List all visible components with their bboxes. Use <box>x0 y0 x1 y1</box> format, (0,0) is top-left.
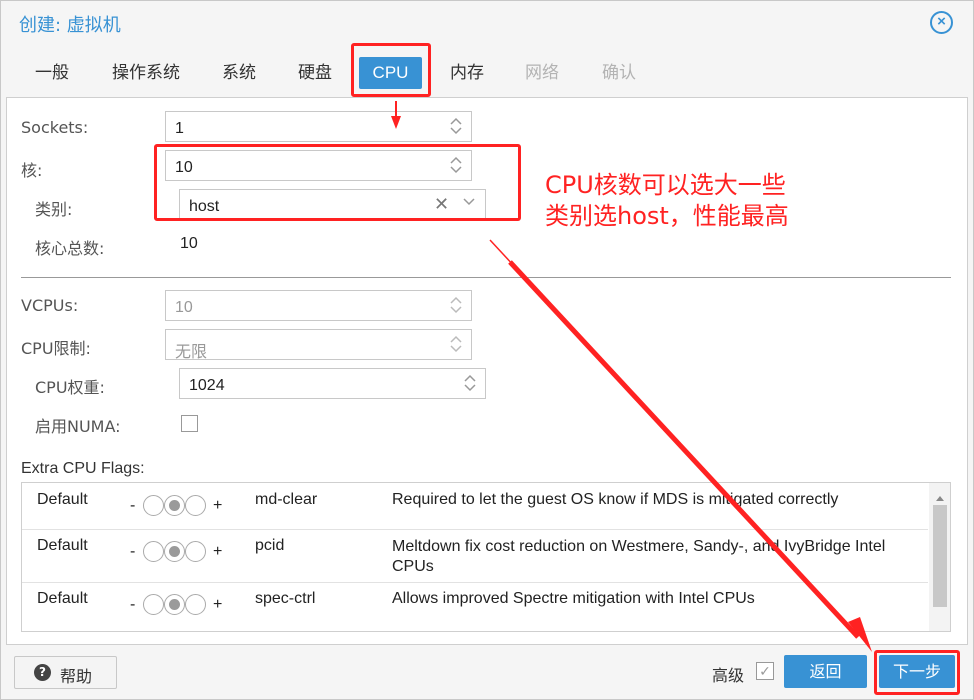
section-divider <box>21 277 951 278</box>
cores-value: 10 <box>175 159 193 176</box>
cpu-type-combobox[interactable]: host ✕ <box>179 189 486 220</box>
cores-label: 核: <box>21 161 43 180</box>
tab-bar: 一般 操作系统 系统 硬盘 CPU 内存 网络 确认 <box>1 45 973 97</box>
extra-flags-label: Extra CPU Flags: <box>21 460 145 477</box>
numa-checkbox[interactable] <box>181 415 198 432</box>
spinner-arrows-icon[interactable] <box>449 154 463 176</box>
total-cores-label: 核心总数: <box>35 239 105 258</box>
sockets-label: Sockets: <box>21 118 89 137</box>
tab-os[interactable]: 操作系统 <box>107 57 185 89</box>
radio-off[interactable] <box>143 541 164 562</box>
tab-general[interactable]: 一般 <box>30 57 74 89</box>
flag-name: pcid <box>255 537 285 554</box>
flag-plus: + <box>213 543 223 560</box>
numa-label: 启用NUMA: <box>35 417 121 436</box>
radio-on[interactable] <box>185 541 206 562</box>
radio-default[interactable] <box>164 495 185 516</box>
title-bar: 创建: 虚拟机 × <box>1 1 973 45</box>
cpu-weight-spinner[interactable]: 1024 <box>179 368 486 399</box>
cpu-limit-spinner: 无限 <box>165 329 472 361</box>
flag-name: md-clear <box>255 491 318 508</box>
radio-default[interactable] <box>164 594 185 615</box>
radio-default[interactable] <box>164 541 185 562</box>
cpu-limit-label: CPU限制: <box>21 339 91 358</box>
spinner-arrows-icon[interactable] <box>449 115 463 137</box>
next-button[interactable]: 下一步 <box>879 655 955 688</box>
tab-system[interactable]: 系统 <box>217 57 261 89</box>
cpu-weight-value: 1024 <box>189 377 225 394</box>
cpu-limit-value: 无限 <box>175 344 208 361</box>
cpu-panel: Sockets: 1 核: 10 类别: host ✕ 核心总数: 10 VCP… <box>6 97 968 645</box>
clear-icon[interactable]: ✕ <box>434 194 449 215</box>
flag-state: Default <box>37 537 88 554</box>
tab-confirm: 确认 <box>602 63 636 83</box>
tab-disk[interactable]: 硬盘 <box>293 57 337 89</box>
flag-plus: + <box>213 497 223 514</box>
close-icon[interactable]: × <box>930 11 953 34</box>
tab-cpu[interactable]: CPU <box>359 57 422 89</box>
table-row: Default - + spec-ctrl Allows improved Sp… <box>22 583 928 631</box>
flag-state: Default <box>37 590 88 607</box>
radio-off[interactable] <box>143 594 164 615</box>
flag-state: Default <box>37 491 88 508</box>
grid-scrollbar[interactable] <box>929 483 950 631</box>
cpu-type-value: host <box>189 198 220 215</box>
sockets-spinner[interactable]: 1 <box>165 111 472 142</box>
chevron-down-icon[interactable] <box>462 195 476 214</box>
spinner-arrows-icon <box>449 333 463 355</box>
advanced-checkbox[interactable]: ✓ <box>756 662 774 680</box>
flag-plus: + <box>213 596 223 613</box>
dialog-footer: ? 帮助 高级 ✓ 返回 下一步 <box>1 646 973 699</box>
radio-off[interactable] <box>143 495 164 516</box>
scrollbar-thumb[interactable] <box>933 505 947 607</box>
sockets-value: 1 <box>175 120 184 137</box>
flag-description: Allows improved Spectre mitigation with … <box>392 590 755 607</box>
total-cores-value: 10 <box>180 235 198 252</box>
create-vm-dialog: 创建: 虚拟机 × 一般 操作系统 系统 硬盘 CPU 内存 网络 确认 Soc… <box>0 0 974 700</box>
back-button[interactable]: 返回 <box>784 655 867 688</box>
table-row: Default - + md-clear Required to let the… <box>22 483 928 530</box>
radio-on[interactable] <box>185 495 206 516</box>
vcpus-spinner: 10 <box>165 290 472 321</box>
flag-description: Required to let the guest OS know if MDS… <box>392 491 839 508</box>
flag-name: spec-ctrl <box>255 590 316 607</box>
advanced-label: 高级 <box>712 666 745 685</box>
question-icon: ? <box>34 664 51 681</box>
cores-spinner[interactable]: 10 <box>165 150 472 181</box>
flag-description: Meltdown fix cost reduction on Westmere,… <box>392 538 886 575</box>
type-label: 类别: <box>35 200 73 219</box>
vcpus-label: VCPUs: <box>21 296 79 315</box>
spinner-arrows-icon[interactable] <box>463 372 477 394</box>
table-row: Default - + pcid Meltdown fix cost reduc… <box>22 530 928 583</box>
dialog-title: 创建: 虚拟机 <box>19 15 121 36</box>
radio-on[interactable] <box>185 594 206 615</box>
cpu-weight-label: CPU权重: <box>35 378 105 397</box>
vcpus-value: 10 <box>175 299 193 316</box>
help-button[interactable]: ? 帮助 <box>14 656 117 689</box>
help-label: 帮助 <box>60 667 93 686</box>
tab-memory[interactable]: 内存 <box>445 57 489 89</box>
cpu-flags-grid: Default - + md-clear Required to let the… <box>21 482 951 632</box>
tab-network: 网络 <box>525 63 559 83</box>
spinner-arrows-icon <box>449 294 463 316</box>
